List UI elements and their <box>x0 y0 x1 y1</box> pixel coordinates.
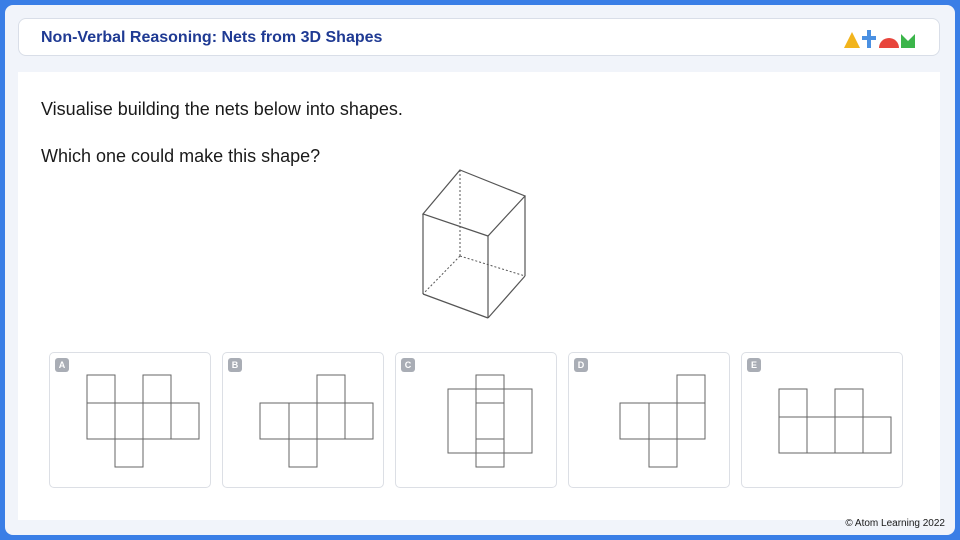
net-diagram-b <box>259 374 374 468</box>
question-instruction: Visualise building the nets below into s… <box>41 99 403 119</box>
answer-option-e[interactable]: E <box>741 352 903 488</box>
page-title: Non-Verbal Reasoning: Nets from 3D Shape… <box>41 29 383 46</box>
answer-option-a[interactable]: A <box>49 352 211 488</box>
net-diagram-c <box>447 374 533 468</box>
target-cuboid-shape <box>421 169 527 319</box>
question-prompt: Which one could make this shape? <box>41 146 321 166</box>
copyright-notice: © Atom Learning 2022 <box>845 518 945 529</box>
atom-logo-icon <box>844 30 915 48</box>
answer-option-b[interactable]: B <box>222 352 384 488</box>
net-diagram-d <box>619 374 706 468</box>
app-frame: Non-Verbal Reasoning: Nets from 3D Shape… <box>5 5 955 535</box>
net-diagram-e <box>778 388 892 454</box>
question-panel: Visualise building the nets below into s… <box>18 72 940 520</box>
net-diagram-a <box>86 374 200 468</box>
answer-option-c[interactable]: C <box>395 352 557 488</box>
header-bar: Non-Verbal Reasoning: Nets from 3D Shape… <box>18 18 940 56</box>
answer-option-d[interactable]: D <box>568 352 730 488</box>
